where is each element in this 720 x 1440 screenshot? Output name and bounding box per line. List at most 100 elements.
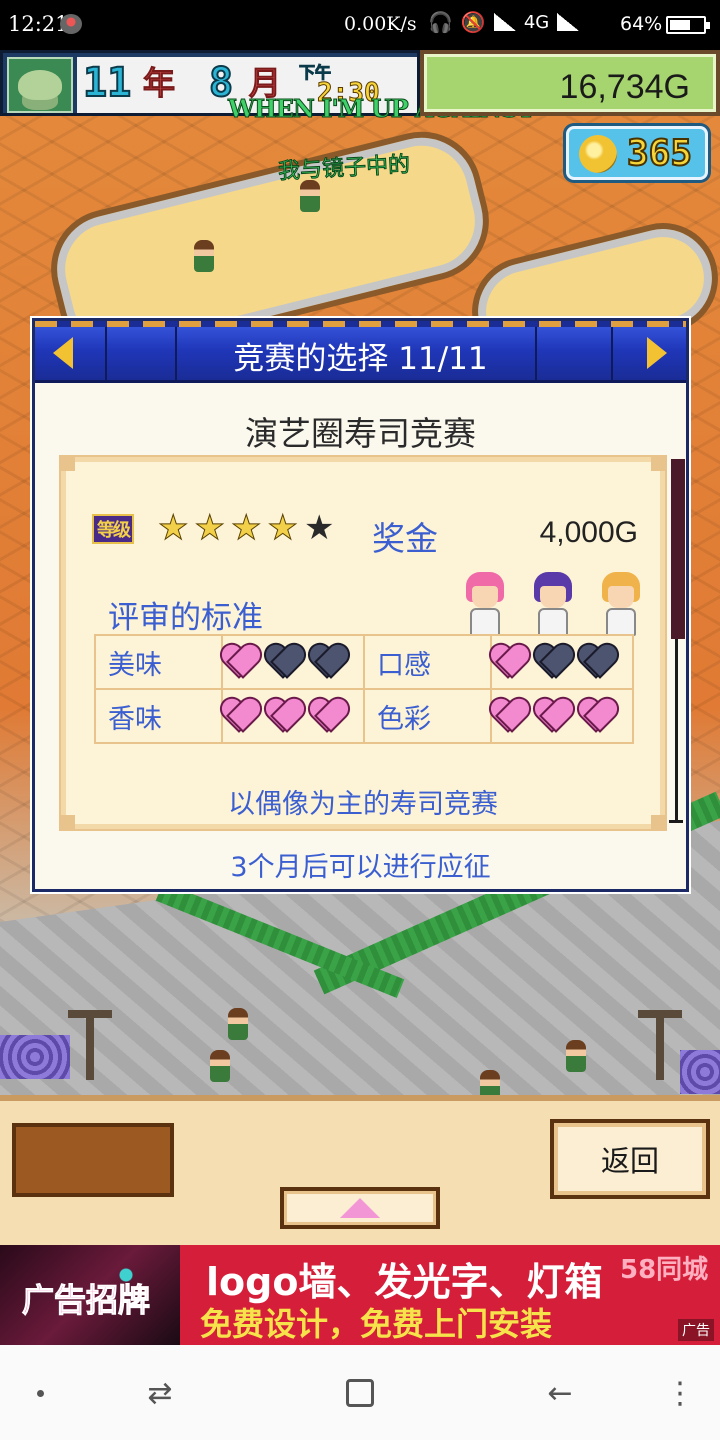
- apply-availability-note: 3个月后可以进行应征: [230, 852, 491, 883]
- heart-full-icon: [492, 700, 528, 732]
- customer-sprite: [566, 1040, 586, 1072]
- judges-group: [462, 572, 644, 636]
- heart-empty-icon: [536, 646, 572, 678]
- system-nav-bar: ⇄ ← ⋮: [0, 1345, 720, 1440]
- back-nav-button[interactable]: ←: [540, 1373, 580, 1413]
- card-corner: [651, 457, 665, 471]
- heart-empty-icon: [580, 646, 616, 678]
- dialog-title: 竞赛的选择 11/11: [233, 341, 488, 377]
- battery-fill: [670, 20, 691, 30]
- flower-bed: [0, 1035, 70, 1079]
- grade-badge: 等级: [92, 514, 134, 544]
- network-speed: 0.00K/s: [344, 13, 417, 35]
- customer-sprite: [210, 1050, 230, 1082]
- scrollbar-track: [675, 639, 678, 821]
- notification-app-icon: [60, 14, 82, 34]
- customer-sprite: [228, 1008, 248, 1040]
- criteria-hearts: [221, 688, 365, 744]
- difficulty-stars: ★ ★ ★ ★ ★: [157, 508, 335, 548]
- star-filled-icon: ★: [230, 508, 262, 548]
- judge-blonde-chef-avatar: [598, 572, 644, 636]
- criteria-row: 香味 色彩: [94, 688, 634, 744]
- flower-bed: [680, 1050, 720, 1094]
- star-filled-icon: ★: [194, 508, 226, 548]
- staff-sprite: [194, 240, 214, 272]
- mute-bell-icon: 🔕: [460, 10, 486, 34]
- ad-subline: 免费设计，免费上门安装: [200, 1305, 553, 1343]
- menu-dots-icon: ⋮: [665, 1375, 695, 1411]
- signal-icon: [493, 13, 516, 31]
- heart-empty-icon: [311, 646, 347, 678]
- heart-full-icon: [492, 646, 528, 678]
- criteria-table: 美味 口感 香味 色彩: [94, 634, 634, 744]
- heart-full-icon: [580, 700, 616, 732]
- prize-label: 奖金: [372, 519, 438, 558]
- menu-button[interactable]: ⋮: [660, 1373, 700, 1413]
- scrollbar-end: [669, 820, 683, 823]
- expand-menu-button[interactable]: [280, 1187, 440, 1229]
- money-panel: 16,734G: [420, 50, 720, 116]
- network-type: 4G: [523, 11, 550, 33]
- heart-full-icon: [536, 700, 572, 732]
- star-empty-icon: ★: [303, 508, 335, 548]
- contest-detail-card[interactable]: 等级 ★ ★ ★ ★ ★ 奖金 4,000G 评审的标准 美味 口感 香味 色彩…: [59, 455, 667, 831]
- ad-brand-logo: 58同城: [620, 1255, 709, 1285]
- signal-icon-2: [557, 13, 580, 31]
- criteria-hearts: [221, 634, 365, 690]
- judge-pink-hair-avatar: [462, 572, 508, 636]
- criteria-label: 口感: [363, 634, 492, 690]
- back-button[interactable]: 返回: [550, 1119, 710, 1199]
- criteria-row: 美味 口感: [94, 634, 634, 690]
- street-lamp: [68, 1010, 112, 1080]
- criteria-label: 香味: [94, 688, 223, 744]
- recent-apps-button[interactable]: ⇄: [140, 1373, 180, 1413]
- contest-name: 演艺圈寿司竞赛: [245, 414, 476, 453]
- contest-dialog: 竞赛的选择 11/11 演艺圈寿司竞赛 等级 ★ ★ ★ ★ ★ 奖金 4,000G 评…: [32, 318, 689, 892]
- back-arrow-icon: ←: [547, 1375, 573, 1411]
- heart-full-icon: [223, 646, 259, 678]
- home-button[interactable]: [340, 1373, 380, 1413]
- switch-arrows-icon: ⇄: [147, 1375, 173, 1411]
- dialog-header: 竞赛的选择 11/11: [35, 321, 686, 383]
- criteria-label: 美味: [94, 634, 223, 690]
- heart-full-icon: [267, 700, 303, 732]
- empty-slot: [12, 1123, 174, 1197]
- year-label: 年: [142, 64, 176, 103]
- bottom-control-bar: 返回: [0, 1095, 720, 1245]
- home-square-icon: [346, 1379, 374, 1407]
- status-bar: 12:21 0.00K/s 🎧 🔕 4G 64%: [0, 0, 720, 50]
- nav-dot-button[interactable]: [20, 1373, 60, 1413]
- criteria-hearts: [490, 634, 634, 690]
- pine-season-icon: [7, 57, 73, 113]
- star-filled-icon: ★: [267, 508, 299, 548]
- year-number: 11: [82, 60, 132, 106]
- scrollbar-thumb[interactable]: [671, 459, 685, 639]
- money-value: 16,734G: [559, 68, 690, 106]
- header-trim: [35, 321, 686, 327]
- headphones-icon: 🎧: [428, 10, 453, 34]
- dot-icon: [36, 1389, 44, 1397]
- card-corner: [61, 457, 75, 471]
- ad-banner[interactable]: 广告招牌 logo墙、发光字、灯箱 免费设计，免费上门安装 58同城 广告: [0, 1245, 720, 1345]
- gold-coin-icon: [579, 135, 617, 173]
- battery-percent: 64%: [620, 13, 663, 35]
- heart-full-icon: [223, 700, 259, 732]
- status-icons: 🎧 🔕 4G: [428, 10, 580, 34]
- contest-description: 以偶像为主的寿司竞赛: [228, 789, 498, 820]
- coin-value: 365: [626, 132, 693, 175]
- ad-photo: 广告招牌: [0, 1245, 180, 1345]
- coin-counter[interactable]: 365: [566, 126, 708, 180]
- ad-tag[interactable]: 广告: [678, 1319, 714, 1341]
- ad-headline: logo墙、发光字、灯箱: [206, 1260, 603, 1304]
- prize-value: 4,000G: [539, 516, 638, 549]
- ad-photo-text: 广告招牌: [21, 1281, 151, 1320]
- battery-icon: [666, 16, 710, 34]
- staff-sprite: [300, 180, 320, 212]
- card-scrollbar[interactable]: [669, 459, 685, 823]
- heart-full-icon: [311, 700, 347, 732]
- criteria-hearts: [490, 688, 634, 744]
- criteria-label: 色彩: [363, 688, 492, 744]
- street-lamp: [638, 1010, 682, 1080]
- judge-purple-hair-avatar: [530, 572, 576, 636]
- triangle-up-icon: [340, 1198, 380, 1218]
